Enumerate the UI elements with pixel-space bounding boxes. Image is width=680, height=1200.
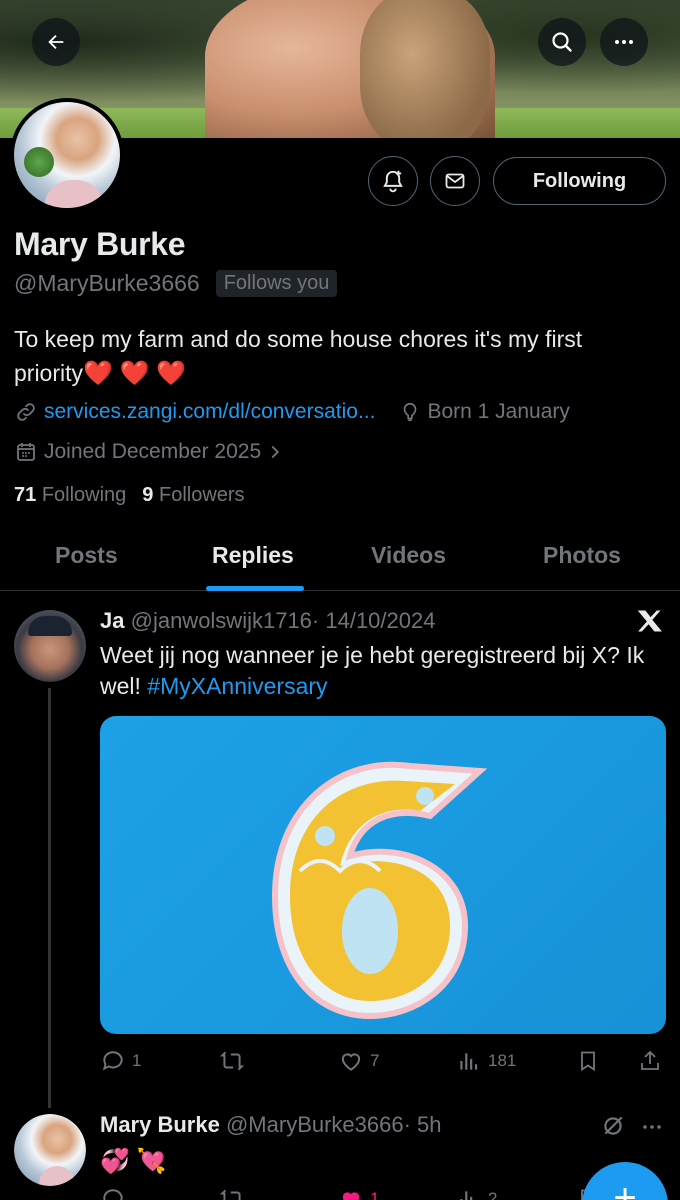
chevron-right-icon bbox=[271, 445, 280, 459]
followers-label: Followers bbox=[158, 484, 245, 506]
location-pin-icon bbox=[404, 402, 417, 422]
tweet-handle[interactable]: @janwolswijk1716 bbox=[131, 608, 312, 633]
profile-name: Mary Burke bbox=[14, 226, 186, 262]
tweet2-header: Mary Burke @MaryBurke3666· 5h bbox=[100, 1112, 442, 1138]
like-count: 7 bbox=[370, 1051, 380, 1070]
bookmark-icon bbox=[581, 1051, 595, 1072]
reply-action[interactable]: 1 bbox=[100, 1048, 141, 1074]
like-icon bbox=[341, 1053, 361, 1071]
profile-bio: To keep my farm and do some house chores… bbox=[14, 322, 654, 391]
tweet-header: Ja @janwolswijk1716· 14/10/2024 bbox=[100, 608, 435, 634]
anniversary-six-graphic bbox=[271, 761, 488, 1020]
views-icon bbox=[460, 1053, 478, 1070]
tweet-time: · 14/10/2024 bbox=[311, 608, 436, 633]
notifications-button[interactable] bbox=[368, 156, 418, 206]
views-icon bbox=[460, 1191, 473, 1200]
tweet2-like-action[interactable]: 1 bbox=[338, 1186, 379, 1200]
like-action[interactable]: 7 bbox=[338, 1048, 379, 1074]
reply-icon bbox=[102, 1051, 123, 1071]
tab-replies[interactable]: Replies bbox=[212, 542, 294, 569]
tweet-avatar-mary[interactable] bbox=[14, 1114, 86, 1186]
active-tab-indicator bbox=[206, 586, 304, 591]
share-action[interactable] bbox=[638, 1048, 662, 1074]
tweet-author[interactable]: Ja bbox=[100, 608, 124, 633]
tweet-media[interactable] bbox=[100, 716, 666, 1034]
tab-photos[interactable]: Photos bbox=[543, 542, 621, 569]
followers-count: 9 bbox=[142, 484, 154, 506]
link-icon bbox=[17, 403, 35, 421]
message-button[interactable] bbox=[430, 156, 480, 206]
search-icon bbox=[552, 32, 572, 52]
profile-joined: Joined December 2025 bbox=[44, 440, 262, 463]
profile-born: Born 1 January bbox=[427, 400, 570, 423]
following-count: 71 bbox=[14, 484, 37, 506]
tweet-actions: 1 7 181 bbox=[100, 1048, 666, 1078]
tweet2-handle[interactable]: @MaryBurke3666 bbox=[226, 1112, 404, 1137]
more-options-button[interactable] bbox=[600, 18, 648, 66]
bio-emoji: ❤️ ❤️ ❤️ bbox=[83, 360, 186, 387]
meta-row-1: services.zangi.com/dl/conversatio... Bor… bbox=[14, 400, 570, 424]
retweet-icon bbox=[219, 1189, 241, 1200]
tweet-avatar-ja[interactable] bbox=[14, 610, 86, 682]
bookmark-action[interactable] bbox=[576, 1048, 600, 1074]
retweet-action[interactable] bbox=[218, 1048, 246, 1074]
tweet2-text: 💞 💘 bbox=[100, 1148, 167, 1175]
grok-icon[interactable] bbox=[600, 1113, 626, 1139]
following-stat[interactable]: 71 Following bbox=[14, 484, 126, 507]
back-arrow-icon bbox=[48, 34, 64, 50]
tweet2-views-action[interactable]: 2 bbox=[456, 1186, 497, 1200]
banner-hair bbox=[360, 0, 490, 138]
reply-icon bbox=[103, 1189, 123, 1200]
tweet2-views-count: 2 bbox=[488, 1189, 498, 1200]
more-icon bbox=[615, 40, 633, 44]
views-count: 181 bbox=[488, 1051, 517, 1070]
x-logo-icon bbox=[637, 610, 662, 632]
back-button[interactable] bbox=[32, 18, 80, 66]
tweet2-author[interactable]: Mary Burke bbox=[100, 1112, 220, 1137]
handle-row: @MaryBurke3666 Follows you bbox=[14, 270, 338, 297]
reply-count: 1 bbox=[132, 1051, 142, 1070]
tab-videos[interactable]: Videos bbox=[371, 542, 446, 569]
notification-bell-icon bbox=[383, 170, 403, 193]
tweet2-time: · 5h bbox=[403, 1112, 442, 1137]
profile-avatar-image bbox=[14, 102, 120, 208]
followers-stat[interactable]: 9 Followers bbox=[142, 484, 244, 507]
profile-tabs: Posts Replies Videos Photos bbox=[0, 530, 680, 591]
tweet-avatar-mary-image bbox=[14, 1114, 86, 1186]
tweet2-reply-action[interactable] bbox=[100, 1186, 126, 1200]
search-button[interactable] bbox=[538, 18, 586, 66]
views-action[interactable]: 181 bbox=[456, 1048, 516, 1074]
tweet-hashtag[interactable]: #MyXAnniversary bbox=[147, 673, 327, 699]
following-button[interactable]: Following bbox=[493, 157, 666, 205]
retweet-icon bbox=[219, 1051, 245, 1071]
tweet-avatar-ja-image bbox=[14, 610, 86, 682]
profile-stats: 71 Following 9 Followers bbox=[14, 484, 245, 507]
profile-link[interactable]: services.zangi.com/dl/conversatio... bbox=[44, 400, 375, 424]
thread-line bbox=[48, 688, 51, 1108]
mail-icon bbox=[445, 173, 465, 189]
tweet2-more-icon[interactable] bbox=[640, 1115, 664, 1139]
like-icon bbox=[342, 1192, 360, 1200]
following-label: Following bbox=[41, 484, 127, 506]
profile-avatar[interactable] bbox=[10, 98, 124, 212]
tweet-text: Weet jij nog wanneer je je hebt geregist… bbox=[100, 640, 660, 702]
tweet2-retweet-action[interactable] bbox=[218, 1186, 246, 1200]
calendar-icon bbox=[17, 443, 35, 461]
tweet2-like-count: 1 bbox=[370, 1189, 380, 1200]
tab-posts[interactable]: Posts bbox=[55, 542, 118, 569]
share-icon bbox=[641, 1050, 659, 1070]
meta-row-2[interactable]: Joined December 2025 bbox=[14, 440, 289, 464]
profile-handle: @MaryBurke3666 bbox=[14, 270, 200, 296]
tweet2-actions: 1 2 bbox=[100, 1186, 666, 1200]
follows-you-badge: Follows you bbox=[215, 270, 338, 297]
compose-icon: + bbox=[613, 1176, 637, 1200]
